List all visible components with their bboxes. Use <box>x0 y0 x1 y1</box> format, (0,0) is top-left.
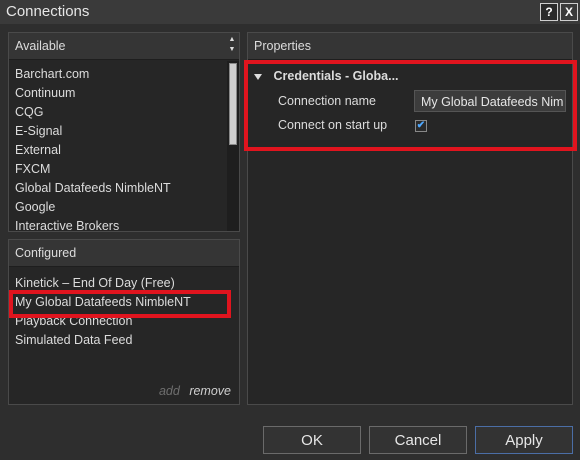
available-item-fxcm[interactable]: FXCM <box>9 160 239 179</box>
properties-title: Properties <box>254 39 311 53</box>
sort-up-icon[interactable]: ▲ <box>227 35 237 45</box>
configured-actions: add remove <box>159 384 231 398</box>
highlight-configured-item <box>9 290 231 318</box>
remove-link[interactable]: remove <box>189 384 231 398</box>
available-panel: Available ▲ ▼ Barchart.com Continuum CQG… <box>8 32 240 232</box>
highlight-properties <box>244 60 577 151</box>
help-button[interactable]: ? <box>540 3 558 21</box>
configured-panel: Configured Kinetick – End Of Day (Free) … <box>8 239 240 405</box>
available-header: Available ▲ ▼ <box>9 33 239 60</box>
available-list: Barchart.com Continuum CQG E-Signal Exte… <box>9 65 239 231</box>
title-bar: Connections ? X <box>0 0 580 24</box>
available-item-interactive-brokers[interactable]: Interactive Brokers <box>9 217 239 231</box>
available-item-esignal[interactable]: E-Signal <box>9 122 239 141</box>
available-scrollbar[interactable] <box>227 61 239 231</box>
available-item-continuum[interactable]: Continuum <box>9 84 239 103</box>
close-button[interactable]: X <box>560 3 578 21</box>
configured-header: Configured <box>9 240 239 267</box>
configured-item-simulated[interactable]: Simulated Data Feed <box>9 331 239 350</box>
available-item-global-datafeeds[interactable]: Global Datafeeds NimbleNT <box>9 179 239 198</box>
available-item-external[interactable]: External <box>9 141 239 160</box>
sort-arrows-icon[interactable]: ▲ ▼ <box>227 35 237 55</box>
available-title: Available <box>15 39 66 53</box>
available-item-barchart[interactable]: Barchart.com <box>9 65 239 84</box>
available-item-cqg[interactable]: CQG <box>9 103 239 122</box>
window-title: Connections <box>6 3 90 20</box>
cancel-button[interactable]: Cancel <box>369 426 467 454</box>
apply-button[interactable]: Apply <box>475 426 573 454</box>
ok-button[interactable]: OK <box>263 426 361 454</box>
scroll-thumb[interactable] <box>229 63 237 145</box>
properties-header: Properties <box>248 33 572 60</box>
sort-down-icon[interactable]: ▼ <box>227 45 237 55</box>
available-item-google[interactable]: Google <box>9 198 239 217</box>
add-link[interactable]: add <box>159 384 180 398</box>
configured-title: Configured <box>15 246 77 260</box>
